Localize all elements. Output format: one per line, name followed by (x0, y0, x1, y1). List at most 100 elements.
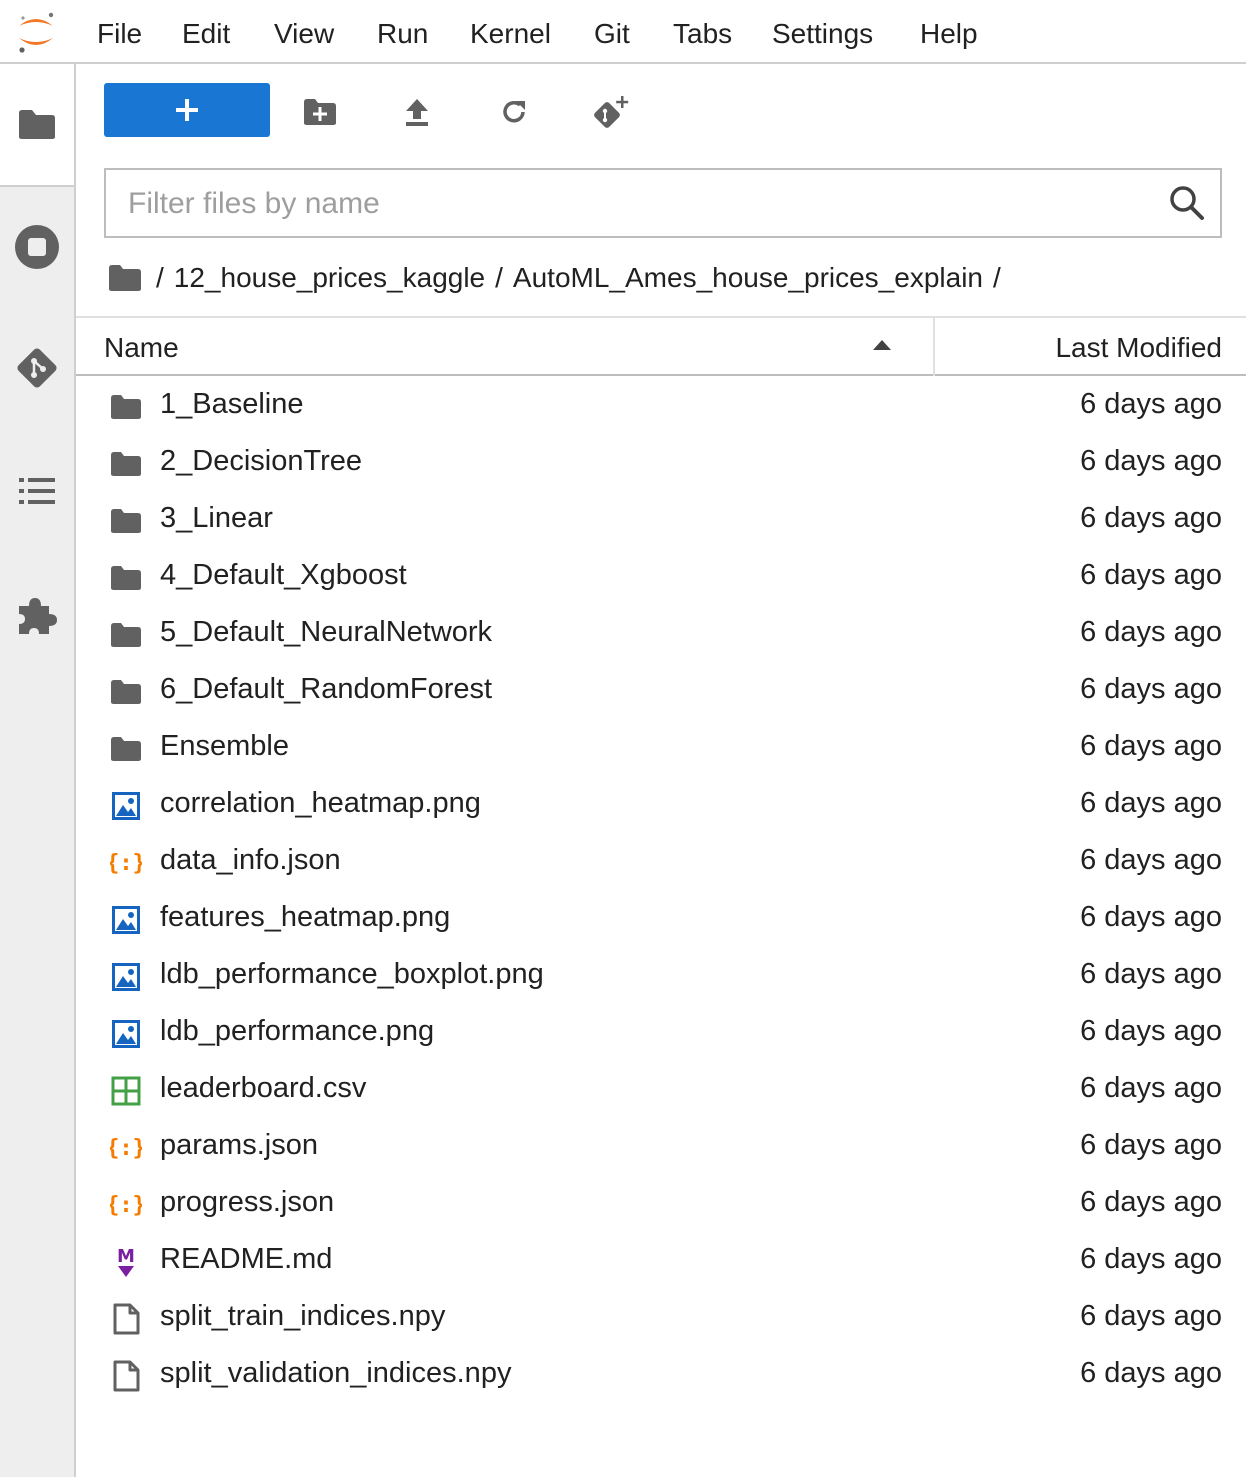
breadcrumb-separator: / (495, 262, 503, 293)
file-list-item[interactable]: {:} params.json 6 days ago (76, 1119, 1246, 1176)
upload-button[interactable] (393, 88, 441, 136)
menu-settings[interactable]: Settings (772, 16, 873, 52)
svg-text:{:}: {:} (110, 851, 142, 876)
column-header-last-modified[interactable]: Last Modified (1055, 332, 1222, 364)
file-last-modified: 6 days ago (1080, 730, 1222, 762)
file-last-modified: 6 days ago (1080, 1015, 1222, 1047)
refresh-button[interactable] (490, 88, 538, 136)
git-icon (17, 348, 57, 388)
file-name: data_info.json (160, 844, 341, 876)
file-last-modified: 6 days ago (1080, 787, 1222, 819)
breadcrumb-item-automl-ames-house-prices-explain[interactable]: AutoML_Ames_house_prices_explain (513, 262, 983, 294)
file-name: Ensemble (160, 730, 289, 762)
breadcrumb-item-12-house-prices-kaggle[interactable]: 12_house_prices_kaggle (174, 262, 485, 294)
column-header-name[interactable]: Name (104, 332, 179, 364)
git-clone-button[interactable] (587, 88, 635, 136)
menu-tabs[interactable]: Tabs (673, 16, 732, 52)
file-last-modified: 6 days ago (1080, 502, 1222, 534)
breadcrumb: / 12_house_prices_kaggle / AutoML_Ames_h… (108, 256, 1011, 300)
file-browser-tab[interactable] (12, 99, 62, 149)
file-list-item[interactable]: split_train_indices.npy 6 days ago (76, 1290, 1246, 1347)
file-last-modified: 6 days ago (1080, 958, 1222, 990)
menu-bar: File Edit View Run Kernel Git Tabs Setti… (0, 0, 1246, 64)
new-folder-icon (304, 99, 336, 125)
file-list-item[interactable]: ldb_performance.png 6 days ago (76, 1005, 1246, 1062)
breadcrumb-separator: / (156, 262, 164, 293)
folder-icon (110, 563, 142, 593)
column-resize-handle[interactable] (933, 318, 935, 376)
file-name: leaderboard.csv (160, 1072, 367, 1104)
home-folder-icon[interactable] (108, 264, 142, 292)
file-list-item[interactable]: Ensemble 6 days ago (76, 720, 1246, 777)
breadcrumb-separator: / (993, 262, 1001, 293)
table-of-contents-tab[interactable] (12, 466, 62, 516)
file-last-modified: 6 days ago (1080, 1243, 1222, 1275)
jupyter-logo-icon[interactable] (14, 8, 58, 56)
file-list-item[interactable]: 6_Default_RandomForest 6 days ago (76, 663, 1246, 720)
git-clone-icon (594, 96, 629, 128)
file-last-modified: 6 days ago (1080, 1300, 1222, 1332)
file-name: ldb_performance.png (160, 1015, 435, 1047)
file-last-modified: 6 days ago (1080, 1357, 1222, 1389)
menu-kernel[interactable]: Kernel (470, 16, 551, 52)
new-launcher-button[interactable] (104, 83, 270, 137)
file-list-item[interactable]: 1_Baseline 6 days ago (76, 378, 1246, 435)
menu-git[interactable]: Git (594, 16, 630, 52)
file-name: 4_Default_Xgboost (160, 559, 407, 591)
file-list-item[interactable]: M README.md 6 days ago (76, 1233, 1246, 1290)
extensions-tab[interactable] (12, 589, 62, 639)
folder-icon (110, 506, 142, 536)
image-file-icon (110, 905, 142, 935)
file-list-item[interactable]: ldb_performance_boxplot.png 6 days ago (76, 948, 1246, 1005)
file-list-item[interactable]: correlation_heatmap.png 6 days ago (76, 777, 1246, 834)
spreadsheet-file-icon (110, 1076, 142, 1106)
refresh-icon (503, 100, 525, 123)
file-name: split_validation_indices.npy (160, 1357, 512, 1389)
file-name: correlation_heatmap.png (160, 787, 481, 819)
file-name: params.json (160, 1129, 318, 1161)
menu-view[interactable]: View (274, 16, 334, 52)
file-list-item[interactable]: 4_Default_Xgboost 6 days ago (76, 549, 1246, 606)
git-tab[interactable] (12, 343, 62, 393)
file-list-item[interactable]: {:} data_info.json 6 days ago (76, 834, 1246, 891)
file-name: 5_Default_NeuralNetwork (160, 616, 493, 648)
folder-icon (110, 620, 142, 650)
file-name: ldb_performance_boxplot.png (160, 958, 544, 990)
folder-icon (110, 734, 142, 764)
filter-files-input[interactable] (126, 180, 1150, 228)
image-file-icon (110, 1019, 142, 1049)
folder-icon (110, 449, 142, 479)
generic-file-icon (110, 1360, 142, 1392)
file-last-modified: 6 days ago (1080, 445, 1222, 477)
menu-run[interactable]: Run (377, 16, 428, 52)
upload-icon (406, 99, 428, 126)
file-list-item[interactable]: features_heatmap.png 6 days ago (76, 891, 1246, 948)
menu-file[interactable]: File (97, 16, 142, 52)
file-list-item[interactable]: 3_Linear 6 days ago (76, 492, 1246, 549)
file-last-modified: 6 days ago (1080, 901, 1222, 933)
activity-bar (0, 64, 76, 1477)
menu-help[interactable]: Help (920, 16, 978, 52)
file-list-item[interactable]: {:} progress.json 6 days ago (76, 1176, 1246, 1233)
file-last-modified: 6 days ago (1080, 1072, 1222, 1104)
filter-files-field (104, 168, 1222, 238)
file-last-modified: 6 days ago (1080, 388, 1222, 420)
markdown-file-icon: M (110, 1246, 142, 1277)
file-list-item[interactable]: split_validation_indices.npy 6 days ago (76, 1347, 1246, 1404)
running-sessions-tab[interactable] (12, 222, 62, 272)
file-name: 2_DecisionTree (160, 445, 363, 477)
file-name: split_train_indices.npy (160, 1300, 446, 1332)
file-last-modified: 6 days ago (1080, 1186, 1222, 1218)
file-name: progress.json (160, 1186, 335, 1218)
menu-edit[interactable]: Edit (182, 16, 230, 52)
new-folder-button[interactable] (296, 88, 344, 136)
file-last-modified: 6 days ago (1080, 1129, 1222, 1161)
svg-text:{:}: {:} (110, 1193, 142, 1218)
json-file-icon: {:} (110, 848, 142, 878)
file-list-item[interactable]: leaderboard.csv 6 days ago (76, 1062, 1246, 1119)
file-last-modified: 6 days ago (1080, 559, 1222, 591)
list-icon (19, 478, 55, 504)
file-list-item[interactable]: 5_Default_NeuralNetwork 6 days ago (76, 606, 1246, 663)
sort-ascending-icon[interactable] (871, 338, 893, 352)
file-list-item[interactable]: 2_DecisionTree 6 days ago (76, 435, 1246, 492)
